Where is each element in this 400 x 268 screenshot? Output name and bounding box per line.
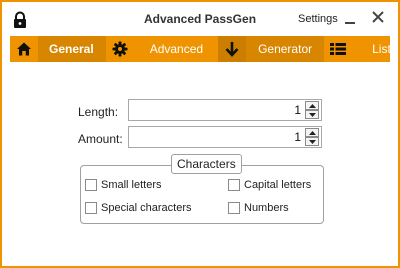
home-icon — [10, 36, 38, 62]
amount-value: 1 — [294, 130, 301, 144]
special-characters-label: Special characters — [101, 202, 192, 214]
close-icon[interactable] — [369, 8, 387, 26]
capital-letters-label: Capital letters — [244, 179, 312, 191]
settings-button[interactable]: Settings — [298, 13, 338, 25]
tab-advanced[interactable]: Advanced — [106, 36, 218, 62]
tab-advanced-label: Advanced — [149, 42, 204, 56]
gear-icon — [106, 36, 134, 62]
tab-generator-label: Generator — [246, 36, 325, 62]
length-stepper[interactable]: 1 — [128, 99, 322, 121]
numbers-label: Numbers — [244, 202, 289, 214]
small-letters-option[interactable]: Small letters — [85, 179, 162, 191]
list-icon — [324, 36, 352, 62]
arrow-down-icon — [218, 36, 247, 62]
numbers-checkbox[interactable] — [228, 202, 240, 214]
window-title: Advanced PassGen — [143, 12, 257, 26]
length-increment-button[interactable] — [305, 101, 319, 110]
numbers-option[interactable]: Numbers — [228, 202, 289, 214]
chevron-down-icon — [308, 112, 316, 117]
nav-bar: General Advanced Generator List — [10, 36, 391, 62]
chevron-up-icon — [308, 130, 316, 135]
amount-label: Amount: — [78, 132, 123, 146]
amount-increment-button[interactable] — [305, 128, 319, 137]
chevron-down-icon — [308, 139, 316, 144]
chevron-up-icon — [308, 103, 316, 108]
tab-general[interactable]: General — [10, 36, 106, 62]
capital-letters-option[interactable]: Capital letters — [228, 179, 311, 191]
special-characters-option[interactable]: Special characters — [85, 202, 192, 214]
length-label: Length: — [78, 105, 119, 119]
small-letters-checkbox[interactable] — [85, 179, 97, 191]
amount-stepper[interactable]: 1 — [128, 126, 322, 148]
tab-list[interactable]: List — [324, 36, 400, 62]
tab-generator[interactable]: Generator — [218, 36, 325, 62]
amount-spin-buttons — [305, 128, 319, 146]
minimize-icon[interactable] — [342, 10, 358, 26]
tab-general-label: General — [38, 36, 106, 62]
app-window: Advanced PassGen Settings General Advanc… — [0, 0, 400, 268]
special-characters-checkbox[interactable] — [85, 202, 97, 214]
capital-letters-checkbox[interactable] — [228, 179, 240, 191]
length-value: 1 — [294, 103, 301, 117]
length-decrement-button[interactable] — [305, 110, 319, 119]
small-letters-label: Small letters — [101, 179, 162, 191]
amount-decrement-button[interactable] — [305, 137, 319, 146]
title-bar: Advanced PassGen Settings — [2, 2, 398, 36]
characters-group-title: Characters — [171, 154, 242, 174]
tab-list-label: List — [372, 42, 391, 56]
length-spin-buttons — [305, 101, 319, 119]
